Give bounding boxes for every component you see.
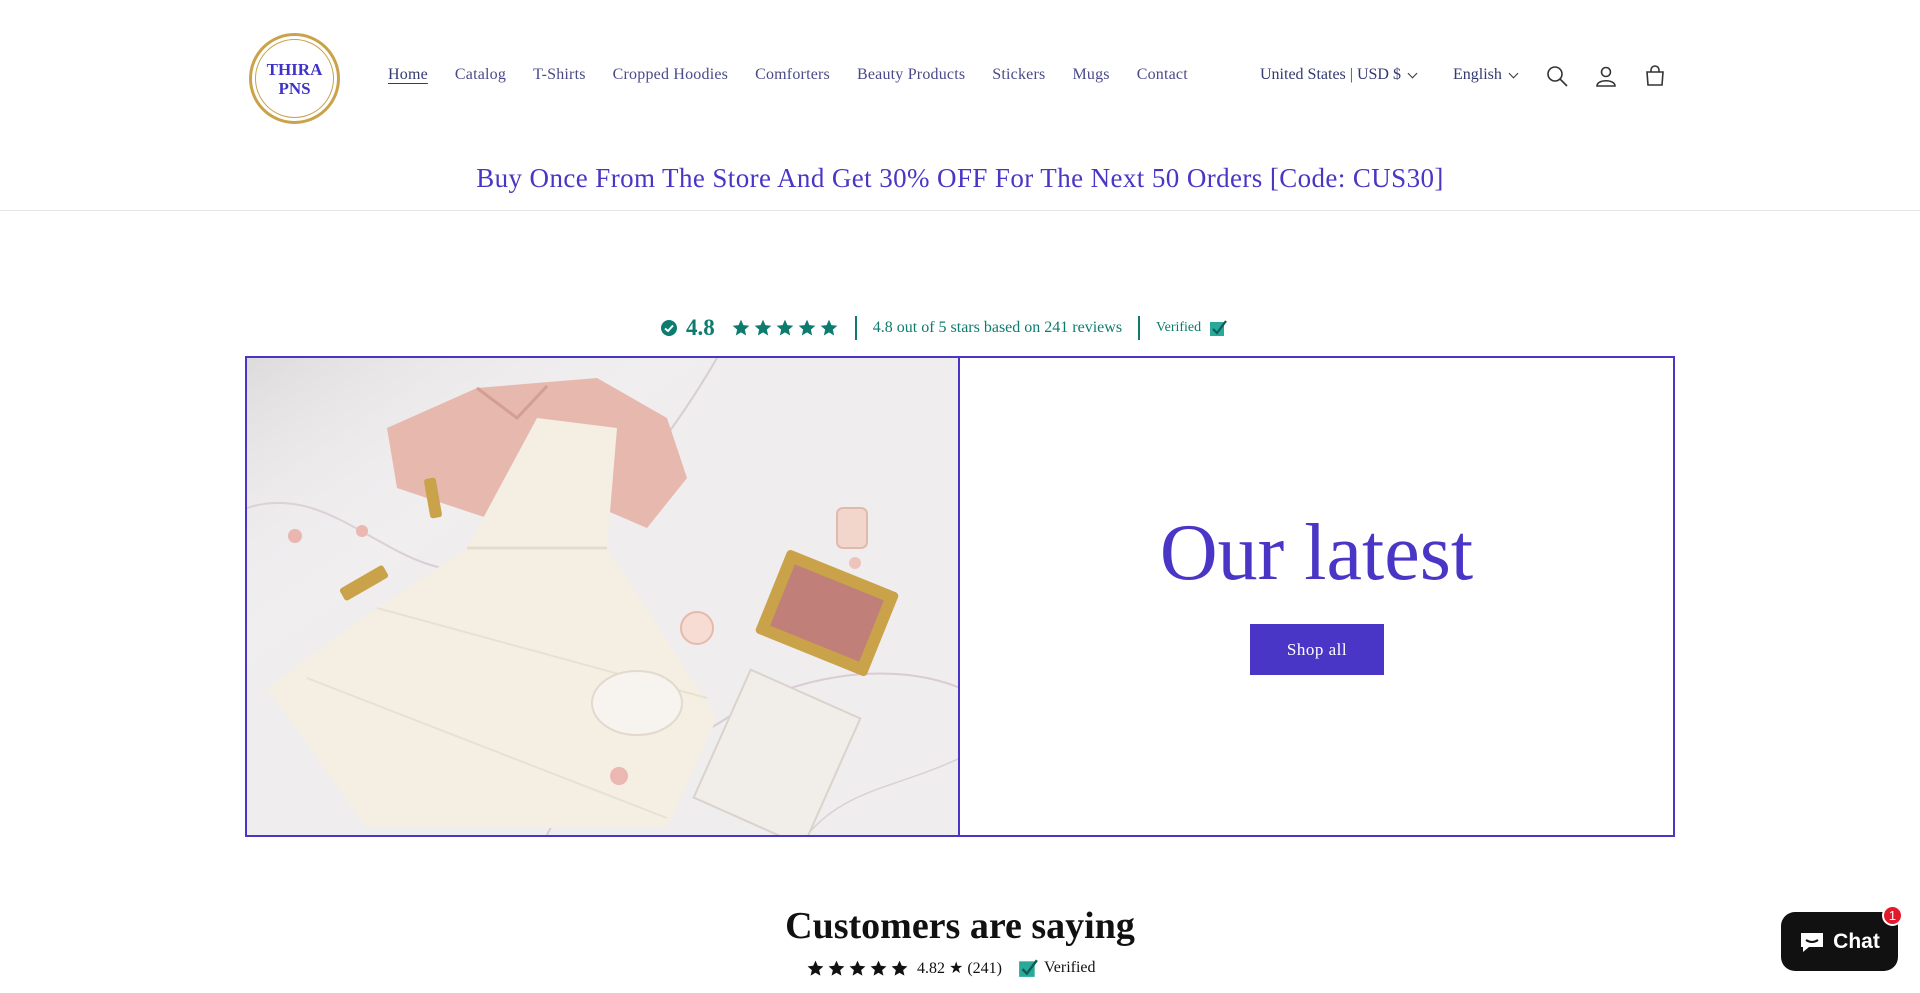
- star-icon: [754, 319, 772, 336]
- star-icon: [849, 960, 866, 976]
- nav-item-comforters[interactable]: Comforters: [755, 66, 830, 84]
- chat-notification-badge: 1: [1882, 905, 1903, 926]
- site-header: THIRA PNS Home Catalog T-Shirts Cropped …: [0, 0, 1920, 156]
- main-nav: Home Catalog T-Shirts Cropped Hoodies Co…: [388, 66, 1215, 84]
- hero-image: [247, 358, 960, 835]
- verified-check-icon: [1210, 320, 1228, 336]
- hero-title: Our latest: [1159, 509, 1474, 597]
- divider: [1138, 316, 1141, 340]
- customers-rating-row[interactable]: 4.82 ★ (241) Verified: [806, 958, 1096, 978]
- star-rating: [731, 318, 839, 338]
- shop-all-button[interactable]: Shop all: [1250, 624, 1384, 675]
- verified-check-icon: [1019, 959, 1038, 977]
- nav-item-beauty-products[interactable]: Beauty Products: [857, 66, 965, 84]
- chat-button[interactable]: Chat: [1781, 912, 1898, 971]
- customers-section-title: Customers are saying: [785, 905, 1135, 947]
- nav-item-stickers[interactable]: Stickers: [992, 66, 1045, 84]
- nav-item-mugs[interactable]: Mugs: [1072, 66, 1109, 84]
- nav-item-contact[interactable]: Contact: [1137, 66, 1188, 84]
- language-label: English: [1453, 66, 1502, 83]
- fashion-flatlay-image: [247, 358, 958, 835]
- divider: [854, 316, 857, 340]
- check-circle-icon: [661, 320, 677, 336]
- nav-item-home[interactable]: Home: [388, 66, 428, 84]
- chevron-down-icon: [1508, 68, 1519, 78]
- star-icon: [776, 319, 794, 336]
- hero-content: Our latest Shop all: [960, 358, 1673, 835]
- nav-item-cropped-hoodies[interactable]: Cropped Hoodies: [613, 66, 728, 84]
- star-rating: [806, 959, 909, 978]
- star-icon: [870, 960, 887, 976]
- hero-banner: Our latest Shop all: [245, 356, 1675, 837]
- verified-label: Verified: [1156, 320, 1202, 335]
- reviews-summary-bar[interactable]: 4.8 4.8 out of 5 stars based on 241 revi…: [660, 314, 1228, 342]
- logo-line-1: THIRA: [266, 59, 323, 79]
- country-label: United States | USD $: [1260, 66, 1401, 83]
- rating-score: 4.8: [686, 315, 715, 340]
- star-icon: [828, 960, 845, 976]
- announcement-bar: Buy Once From The Store And Get 30% OFF …: [476, 163, 1444, 193]
- star-icon: [732, 319, 750, 336]
- reviews-summary-text: 4.8 out of 5 stars based on 241 reviews: [872, 319, 1123, 336]
- account-icon[interactable]: [1594, 64, 1618, 88]
- nav-item-t-shirts[interactable]: T-Shirts: [533, 66, 586, 84]
- customers-verified-label: Verified: [1044, 959, 1096, 976]
- logo-line-2: PNS: [278, 78, 311, 98]
- chat-label: Chat: [1833, 929, 1880, 953]
- divider: [0, 210, 1920, 211]
- star-icon: [807, 960, 824, 976]
- star-icon: [820, 319, 838, 336]
- cart-icon[interactable]: [1643, 64, 1667, 88]
- chevron-down-icon: [1407, 68, 1418, 78]
- nav-item-catalog[interactable]: Catalog: [455, 66, 506, 84]
- customers-rating-text: 4.82 ★ (241): [917, 960, 1002, 977]
- brand-logo[interactable]: THIRA PNS: [249, 33, 340, 124]
- star-icon: [798, 319, 816, 336]
- star-icon: [891, 960, 908, 976]
- search-icon[interactable]: [1545, 64, 1569, 88]
- language-selector[interactable]: English: [1453, 66, 1519, 84]
- logo-mark: THIRA PNS: [255, 39, 334, 118]
- country-selector[interactable]: United States | USD $: [1260, 66, 1418, 84]
- chat-bubble-icon: [1801, 932, 1824, 952]
